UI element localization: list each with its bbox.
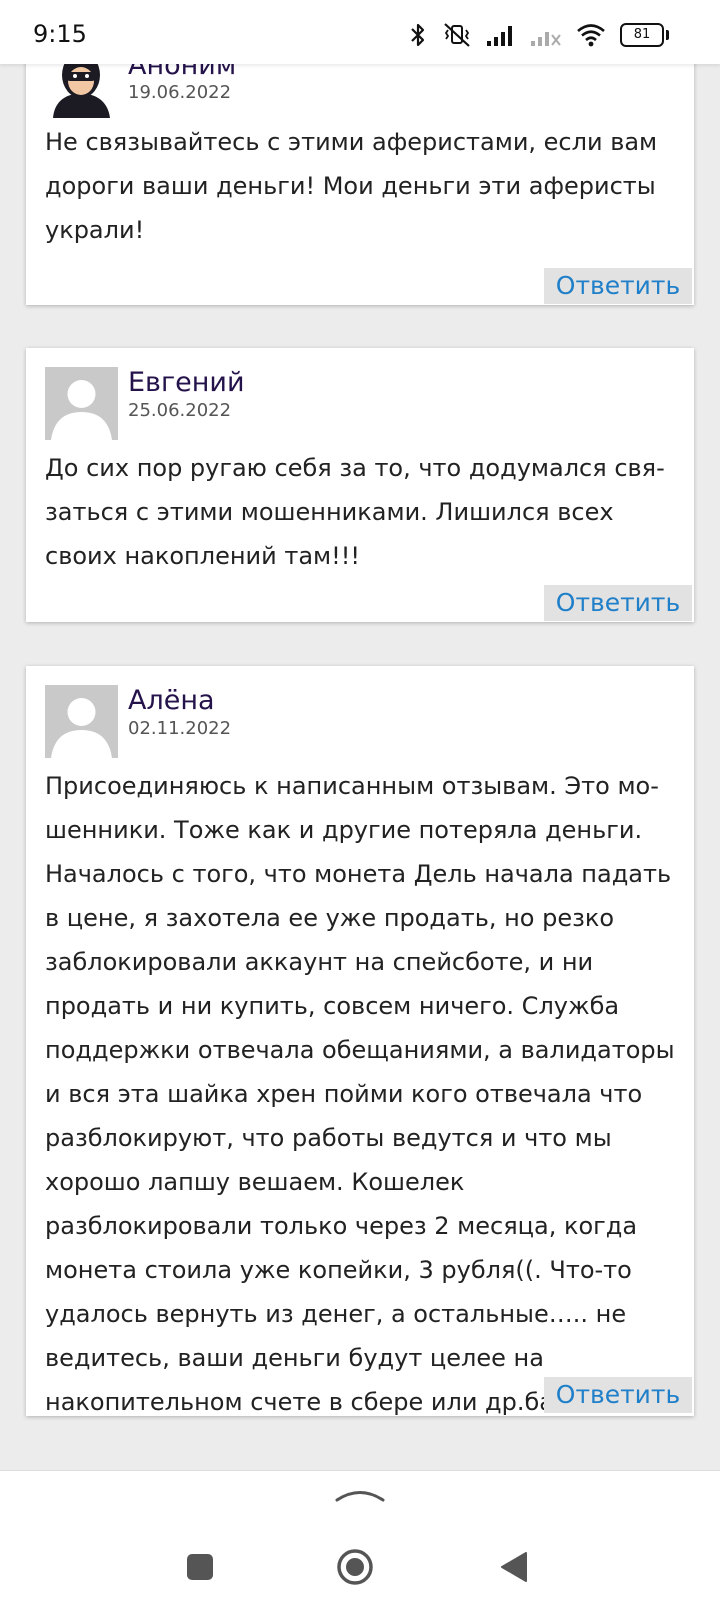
comment-author: Евгений (128, 367, 245, 398)
comment-text: До сих пор ругаю себя за то, что додумал… (45, 454, 665, 570)
comment-date: 02.11.2022 (128, 718, 232, 739)
status-icons: 81 (408, 22, 669, 48)
reply-button[interactable]: Ответить (544, 268, 692, 304)
silent-vibrate-icon (444, 23, 470, 47)
recents-square-icon[interactable] (186, 1553, 214, 1581)
comment-card: Аноним 19.06.2022 Не связывайтесь с этим… (26, 64, 694, 305)
battery-icon: 81 (620, 23, 669, 47)
comment-date: 25.06.2022 (128, 400, 232, 421)
default-user-avatar (45, 367, 118, 440)
navigation-bar (0, 1470, 720, 1601)
chevron-up-icon[interactable] (335, 1485, 385, 1505)
signal-icon (487, 26, 512, 46)
comment-date: 19.06.2022 (128, 82, 232, 103)
wifi-icon (577, 24, 605, 47)
comment-author: Аноним (128, 64, 237, 81)
default-user-avatar (45, 685, 118, 758)
comment-card: Алёна 02.11.2022 Присоединяюсь к написан… (26, 666, 694, 1416)
reply-button[interactable]: Ответить (544, 585, 692, 621)
status-bar: 9:15 81 (0, 0, 720, 64)
back-triangle-icon[interactable] (500, 1551, 528, 1583)
status-time: 9:15 (33, 20, 87, 48)
comment-author: Алёна (128, 685, 215, 716)
home-circle-icon[interactable] (336, 1548, 374, 1586)
comment-text: Присоединяюсь к написанным отзывам. Это … (45, 772, 675, 1416)
reply-button[interactable]: Ответить (544, 1377, 692, 1413)
signal-no-service-icon (531, 32, 561, 46)
comments-list[interactable]: Аноним 19.06.2022 Не связывайтесь с этим… (0, 64, 720, 1470)
masked-user-avatar (45, 64, 118, 118)
bluetooth-icon (411, 23, 425, 47)
comment-card: Евгений 25.06.2022 До сих пор ругаю себя… (26, 348, 694, 622)
comment-text: Не связывайтесь с этими аферистами, если… (45, 128, 658, 244)
